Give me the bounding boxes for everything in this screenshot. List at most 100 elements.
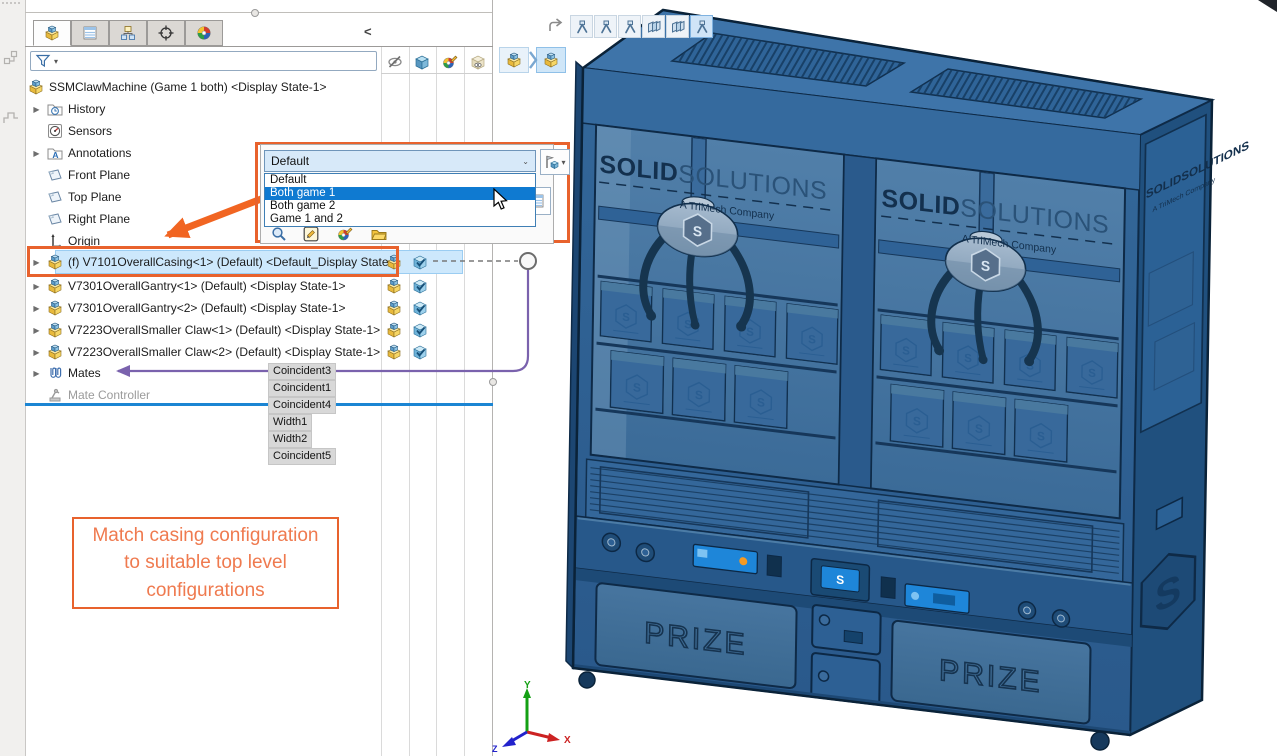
escape-arrow-icon[interactable] — [547, 17, 563, 33]
expand-arrow[interactable]: ▶ — [31, 149, 42, 158]
component-icon — [47, 300, 63, 316]
mate-callout[interactable]: Coincident4 — [268, 397, 336, 414]
screen-logo-letter: S — [836, 572, 844, 587]
header-divider — [381, 73, 493, 74]
display-mode-cube-icon[interactable] — [412, 344, 428, 360]
tree-item-mate-controller[interactable]: ▶ Mate Controller — [31, 384, 150, 406]
service-door-upper — [812, 605, 881, 655]
display-mode-cube-icon[interactable] — [412, 254, 428, 270]
breadcrumb-component[interactable] — [536, 47, 566, 73]
appearance-ball-icon[interactable] — [442, 54, 458, 70]
configuration-flag-icon — [544, 154, 560, 170]
machine-front-face: SOLIDSOLUTIONS A TriMech Company SOLIDSO… — [573, 68, 1140, 735]
tree-item-right-plane[interactable]: ▶ Right Plane — [31, 208, 130, 230]
display-mode-cube-icon[interactable] — [412, 300, 428, 316]
configuration-flag-button[interactable]: ▾ — [540, 149, 570, 175]
config-option-default[interactable]: Default — [265, 174, 535, 187]
panel-border-handle[interactable] — [489, 378, 497, 386]
assembly-icon — [28, 79, 44, 95]
tree-item-smaller-claw-2[interactable]: ▶ V7223OverallSmaller Claw<2> (Default) … — [31, 341, 380, 363]
featuremanager-tab[interactable] — [33, 20, 71, 46]
expand-arrow[interactable]: ▶ — [31, 105, 42, 114]
tree-item-mates[interactable]: ▶ Mates — [31, 362, 101, 384]
breadcrumb-assembly[interactable] — [499, 47, 529, 73]
mate-button-active[interactable] — [690, 15, 713, 38]
tree-item-front-plane[interactable]: ▶ Front Plane — [31, 164, 130, 186]
edit-sketch-icon[interactable] — [303, 226, 319, 242]
expand-arrow[interactable]: ▶ — [31, 282, 42, 291]
planes-button[interactable] — [666, 15, 689, 38]
configuration-combobox[interactable]: Default ⌄ — [264, 150, 536, 172]
mate-callout[interactable]: Coincident1 — [268, 380, 336, 397]
mouse-cursor — [492, 188, 512, 212]
collapsed-side-toolbar[interactable] — [0, 0, 26, 756]
component-icon — [47, 344, 63, 360]
appearance-icon[interactable] — [337, 226, 353, 242]
sketch-step-icon[interactable] — [3, 110, 19, 126]
annotation-note: Match casing configuration to suitable t… — [72, 517, 339, 609]
assembly-structure-icon[interactable] — [3, 50, 19, 66]
component-icon[interactable] — [386, 300, 402, 316]
splitter-handle[interactable] — [251, 9, 259, 17]
mate-callout[interactable]: Coincident3 — [268, 363, 336, 380]
collapse-panel-arrow[interactable]: < — [364, 24, 372, 39]
display-mode-cube-icon[interactable] — [414, 54, 430, 70]
assembly-icon — [543, 52, 559, 68]
propertymanager-tab[interactable] — [71, 20, 109, 46]
mate-icon — [574, 19, 590, 35]
mate-callout[interactable]: Coincident5 — [268, 448, 336, 465]
mate-button[interactable] — [570, 15, 593, 38]
dimxpertmanager-tab[interactable] — [147, 20, 185, 46]
configurationmanager-tab[interactable] — [109, 20, 147, 46]
center-mullion — [839, 155, 876, 489]
display-mode-cube-icon[interactable] — [412, 322, 428, 338]
component-icon[interactable] — [386, 278, 402, 294]
mates-paperclip-icon — [47, 365, 63, 381]
transparency-cube-icon[interactable] — [470, 54, 486, 70]
hide-show-eye-icon[interactable] — [387, 54, 403, 70]
chevron-down-icon[interactable]: ⌄ — [522, 157, 529, 166]
zoom-to-selection-icon[interactable] — [271, 226, 287, 242]
tree-root-assembly[interactable]: SSMClawMachine (Game 1 both) <Display St… — [28, 76, 326, 98]
planes-button[interactable] — [642, 15, 665, 38]
config-option-game-1-and-2[interactable]: Game 1 and 2 — [265, 213, 535, 226]
lock — [819, 614, 829, 625]
lock — [818, 670, 828, 681]
tree-item-top-plane[interactable]: ▶ Top Plane — [31, 186, 121, 208]
displaymanager-tab[interactable] — [185, 20, 223, 46]
caster-wheel — [1091, 732, 1109, 750]
tree-item-annotations[interactable]: ▶ Annotations — [31, 142, 131, 164]
component-icon — [47, 278, 63, 294]
open-folder-icon[interactable] — [371, 226, 387, 242]
component-icon[interactable] — [386, 322, 402, 338]
filter-dropdown-caret[interactable]: ▾ — [54, 57, 58, 66]
claw-machine-3d-model[interactable]: S S SOLIDSOLUTIONS A TriMech Company S — [492, 0, 1277, 756]
mate-callout[interactable]: Width2 — [268, 431, 312, 448]
target-icon — [158, 25, 174, 41]
expand-arrow[interactable]: ▶ — [31, 326, 42, 335]
plane-icon — [47, 189, 63, 205]
tree-item-history[interactable]: ▶ History — [31, 98, 105, 120]
machine-right-face: SOLIDSOLUTIONS A TriMech Company S — [1130, 81, 1250, 735]
expand-arrow[interactable]: ▶ — [31, 348, 42, 357]
breadcrumb-chevron-icon — [528, 50, 538, 70]
triad-z-label: Z — [492, 744, 498, 754]
mate-controller-icon — [47, 387, 63, 403]
mate-button[interactable] — [594, 15, 617, 38]
panel-splitter[interactable] — [25, 12, 493, 13]
left-glass-window: SOLIDSOLUTIONS A TriMech Company — [591, 125, 844, 485]
display-mode-cube-icon[interactable] — [412, 278, 428, 294]
tabbar-divider — [25, 46, 493, 47]
expand-arrow[interactable]: ▶ — [31, 304, 42, 313]
component-icon[interactable] — [386, 344, 402, 360]
tree-filter-input[interactable]: ▾ — [30, 51, 377, 71]
mate-button[interactable] — [618, 15, 641, 38]
tree-item-overall-gantry-2[interactable]: ▶ V7301OverallGantry<2> (Default) <Displ… — [31, 297, 345, 319]
dots-texture — [2, 2, 22, 8]
tree-item-sensors[interactable]: ▶ Sensors — [31, 120, 112, 142]
mate-callout[interactable]: Width1 — [268, 414, 312, 431]
chevron-down-icon[interactable]: ▾ — [561, 158, 565, 167]
tree-item-smaller-claw-1[interactable]: ▶ V7223OverallSmaller Claw<1> (Default) … — [31, 319, 380, 341]
expand-arrow[interactable]: ▶ — [31, 369, 42, 378]
tree-item-overall-gantry-1[interactable]: ▶ V7301OverallGantry<1> (Default) <Displ… — [31, 275, 345, 297]
